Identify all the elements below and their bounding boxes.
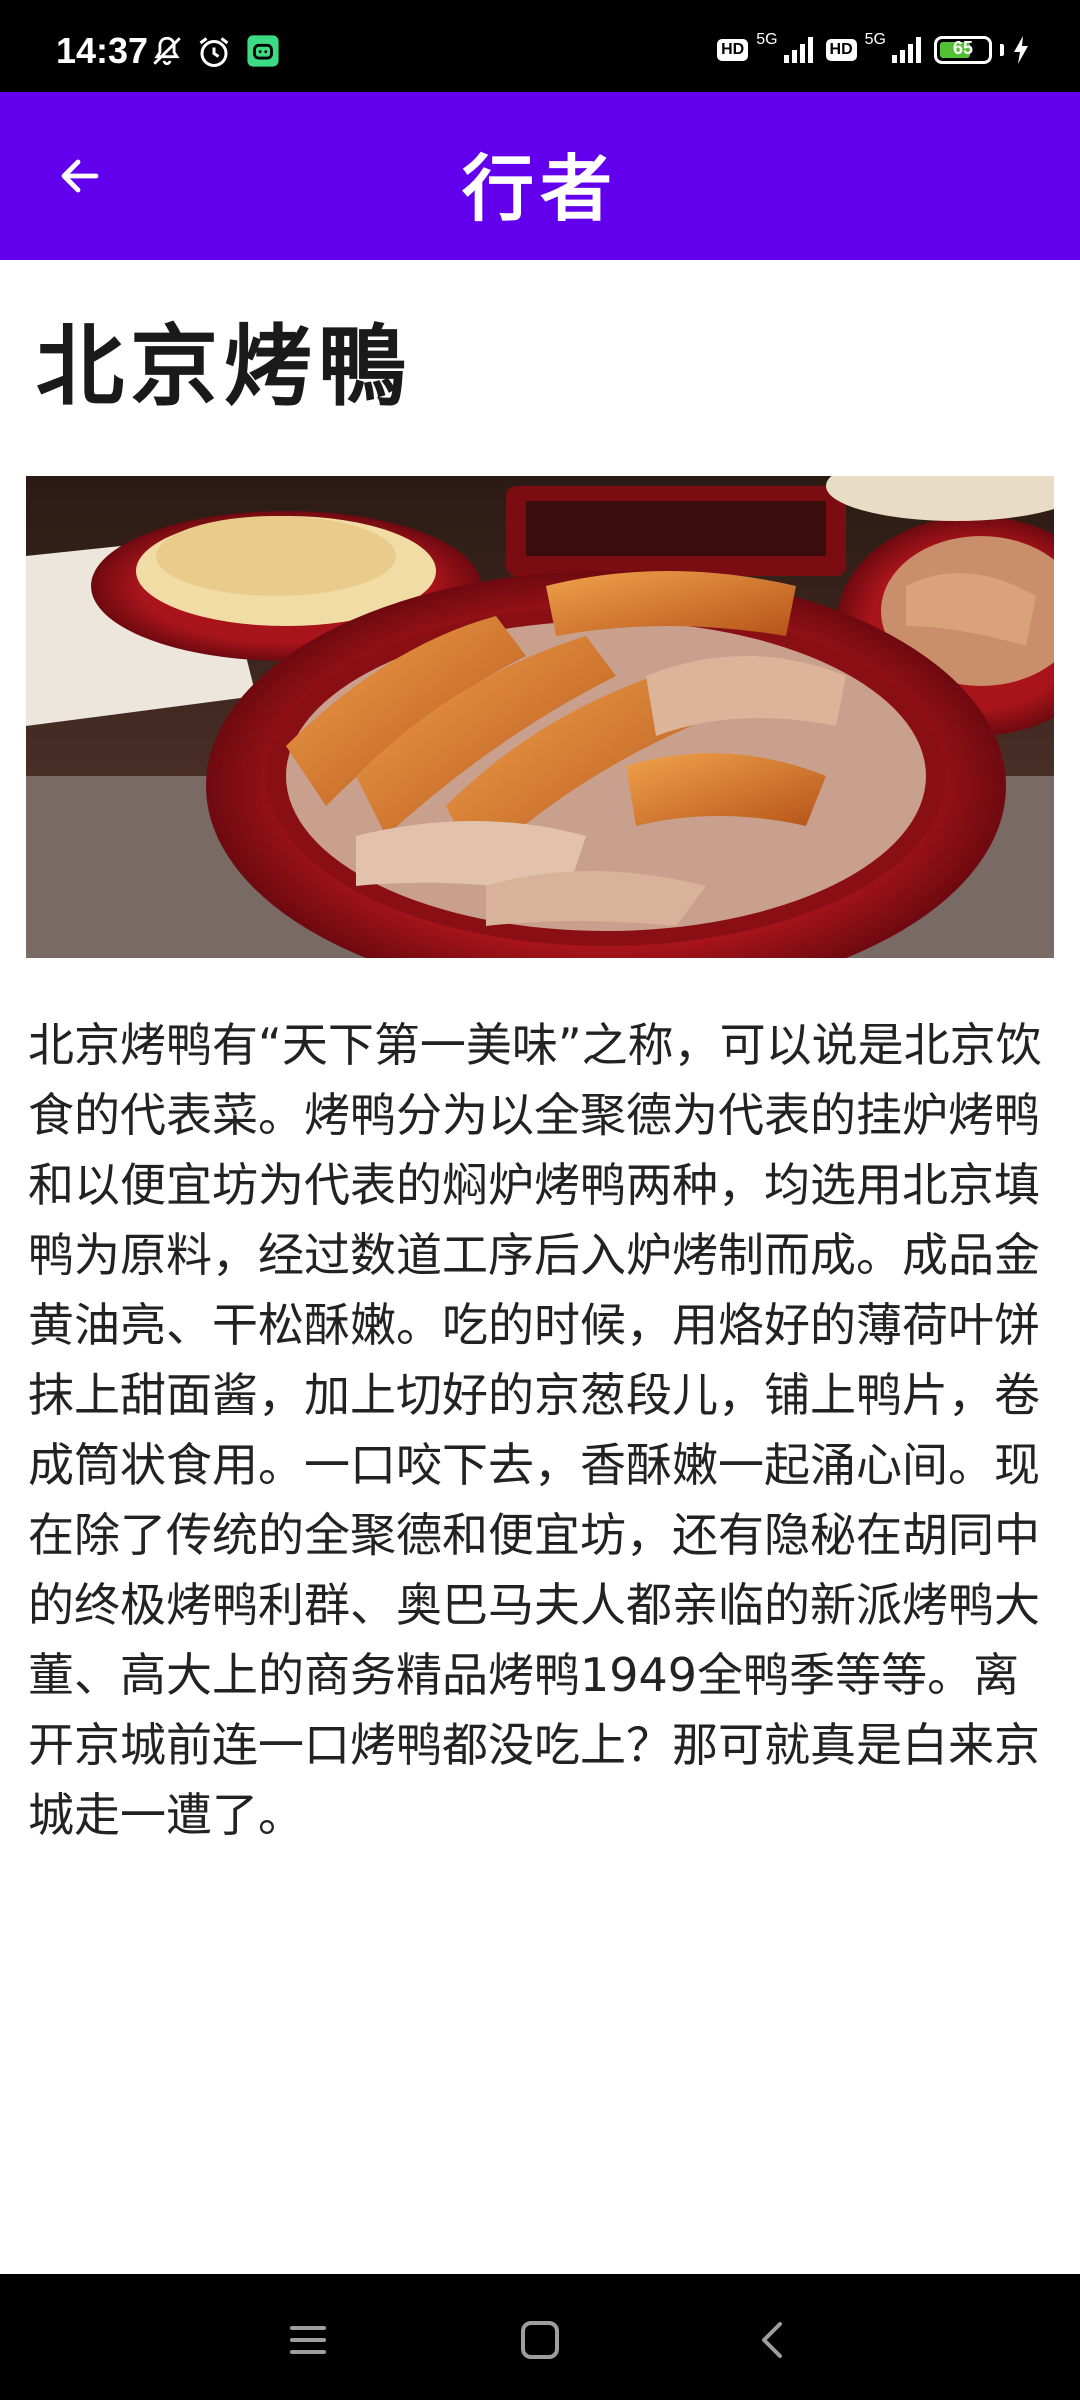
signal-icon — [783, 37, 813, 63]
battery-cap — [1000, 44, 1004, 56]
status-indicators: HD 5G HD 5G 65 — [717, 30, 1030, 70]
network-type: 5G — [756, 31, 778, 48]
page-title: 行者 — [461, 146, 618, 231]
roast-duck-image — [26, 476, 1054, 958]
alarm-icon — [199, 37, 229, 67]
network-type: 5G — [864, 31, 886, 48]
article-heading: 北京烤鴨 — [36, 314, 413, 418]
menu-icon — [290, 2326, 326, 2354]
recent-apps-button[interactable] — [278, 2310, 338, 2370]
status-bar: 14:37 HD 5G HD 5G 65 — [0, 0, 1080, 92]
roast-duck-photo — [26, 476, 1054, 958]
hd-badge: HD — [825, 39, 857, 61]
back-nav-button[interactable] — [742, 2310, 802, 2370]
battery-level: 65 — [952, 38, 974, 58]
android-app-icon — [247, 35, 279, 67]
back-icon — [762, 2322, 782, 2358]
home-icon — [521, 2321, 559, 2359]
signal-icon — [892, 37, 921, 63]
charging-icon — [1014, 36, 1028, 64]
clock: 14:37 — [56, 30, 149, 71]
battery-icon: 65 — [934, 36, 992, 64]
navigation-bar — [0, 2274, 1080, 2400]
home-button[interactable] — [510, 2310, 570, 2370]
app-bar: 行者 — [0, 92, 1080, 260]
hd-badge: HD — [717, 39, 749, 61]
bell-off-icon — [153, 36, 181, 66]
article-body: 北京烤鸭有“天下第一美味”之称，可以说是北京饮食的代表菜。烤鸭分为以全聚德为代表… — [28, 1018, 1042, 1842]
